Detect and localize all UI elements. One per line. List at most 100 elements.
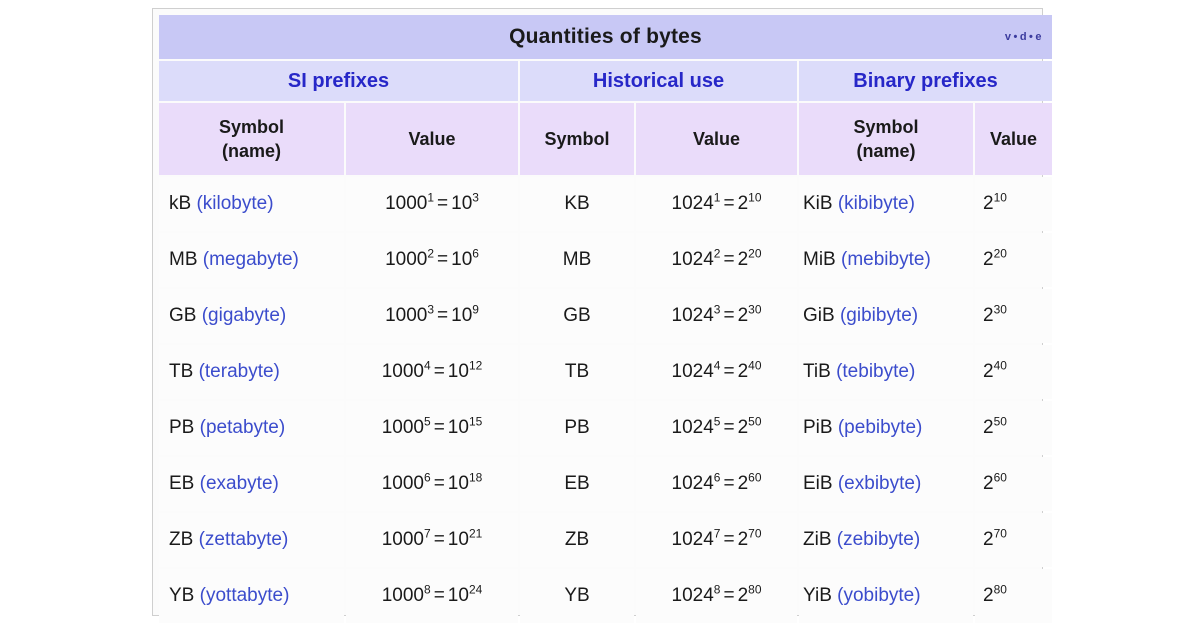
- si-base-power: 10005: [381, 416, 431, 438]
- hist-result-mantissa: 2: [737, 417, 749, 438]
- group-label-si: SI prefixes: [287, 69, 390, 92]
- si-base-exponent: 6: [424, 470, 431, 485]
- bin-symbol-name-link[interactable]: (yobibyte): [837, 585, 920, 606]
- colhead-bin-value: Value: [975, 103, 1053, 175]
- hist-base-mantissa: 1024: [671, 417, 714, 438]
- si-equals-sign: =: [437, 193, 449, 214]
- si-result-power: 1018: [448, 470, 483, 494]
- bin-symbol-name-link[interactable]: (zebibyte): [837, 529, 920, 550]
- cell-si-symbol: YB (yottabyte): [159, 569, 344, 623]
- hist-symbol-abbr: PB: [564, 417, 590, 438]
- nav-separator-1: •: [1013, 31, 1018, 43]
- bin-symbol-abbr: ZiB: [803, 529, 832, 550]
- cell-bin-value: 270: [975, 513, 1053, 567]
- si-symbol-name-link[interactable]: (kilobyte): [196, 193, 273, 214]
- si-symbol-name-link[interactable]: (exabyte): [200, 473, 279, 494]
- cell-hist-value: 10244 = 240: [636, 345, 797, 399]
- si-symbol-name-link[interactable]: (yottabyte): [200, 585, 290, 606]
- hist-base-power: 10244: [672, 360, 721, 382]
- si-result-mantissa: 10: [451, 305, 473, 326]
- hist-base-mantissa: 1024: [671, 305, 714, 326]
- view-link[interactable]: v: [1005, 31, 1012, 43]
- hist-result-power: 220: [738, 248, 762, 270]
- hist-symbol-abbr: TB: [564, 361, 590, 382]
- bin-value-mantissa: 2: [983, 529, 994, 550]
- si-base-power: 10003: [385, 304, 434, 326]
- si-equals-sign: =: [433, 585, 445, 606]
- hist-base-mantissa: 1024: [671, 473, 714, 494]
- table-row: GB (gigabyte) 10003 = 109 GB 10243 = 230 GiB (gi…: [159, 289, 1053, 343]
- cell-si-value: 10006 = 1018: [346, 457, 518, 511]
- si-result-power: 106: [451, 246, 479, 270]
- colhead-hist-symbol-label: Symbol: [544, 128, 610, 149]
- bin-value-exponent: 10: [993, 190, 1007, 205]
- cell-hist-value: 10247 = 270: [636, 513, 797, 567]
- cell-bin-value: 280: [975, 569, 1053, 623]
- bin-value-power: 210: [983, 190, 1007, 214]
- si-result-mantissa: 10: [447, 529, 469, 550]
- hist-symbol-abbr: YB: [564, 585, 590, 606]
- hist-base-mantissa: 1024: [671, 529, 714, 550]
- si-result-mantissa: 10: [447, 361, 469, 382]
- bin-symbol-name-link[interactable]: (kibibyte): [838, 193, 915, 214]
- bin-symbol-abbr: EiB: [803, 473, 833, 494]
- si-result-power: 1021: [447, 528, 482, 550]
- table-row: YB (yottabyte) 10008 = 1024 YB 10248 = 280 YiB (…: [159, 569, 1053, 623]
- cell-si-symbol: MB (megabyte): [159, 233, 344, 287]
- si-symbol-abbr: PB: [169, 417, 195, 438]
- bin-symbol-abbr: PiB: [803, 417, 833, 438]
- cell-si-value: 10005 = 1015: [346, 401, 518, 455]
- si-symbol-name-link[interactable]: (gigabyte): [202, 305, 287, 326]
- hist-symbol-abbr: MB: [562, 249, 592, 270]
- si-symbol-name-link[interactable]: (terabyte): [199, 361, 280, 382]
- hist-result-mantissa: 2: [737, 361, 749, 382]
- si-result-exponent: 18: [468, 470, 483, 485]
- si-base-power: 10007: [382, 528, 431, 550]
- cell-bin-value: 230: [975, 289, 1053, 343]
- si-base-mantissa: 1000: [381, 417, 425, 438]
- si-symbol-abbr: MB: [169, 249, 198, 270]
- table-row: kB (kilobyte) 10001 = 103 KB 10241 = 210 KiB (ki…: [159, 177, 1053, 231]
- cell-bin-value: 220: [975, 233, 1053, 287]
- hist-result-power: 210: [738, 192, 762, 214]
- si-base-mantissa: 1000: [381, 473, 425, 494]
- bin-value-exponent: 20: [993, 246, 1007, 261]
- si-equals-sign: =: [433, 529, 445, 550]
- bin-value-power: 250: [983, 416, 1007, 438]
- bin-value-exponent: 80: [993, 582, 1007, 597]
- si-symbol-abbr: ZB: [169, 529, 194, 550]
- bin-symbol-name-link[interactable]: (tebibyte): [836, 361, 915, 382]
- si-base-exponent: 2: [427, 246, 435, 261]
- colhead-hist-value: Value: [636, 103, 797, 175]
- si-result-exponent: 6: [472, 246, 479, 261]
- hist-result-power: 280: [737, 584, 762, 606]
- bin-value-power: 270: [983, 528, 1007, 550]
- cell-hist-symbol: PB: [520, 401, 634, 455]
- hist-result-power: 250: [737, 416, 762, 438]
- hist-result-exponent: 60: [748, 470, 762, 485]
- hist-result-power: 270: [738, 528, 762, 550]
- si-result-power: 109: [451, 304, 479, 326]
- hist-base-power: 10241: [672, 192, 721, 214]
- si-symbol-name-link[interactable]: (zettabyte): [199, 529, 289, 550]
- si-result-power: 1024: [448, 584, 482, 606]
- bin-value-exponent: 60: [993, 470, 1007, 485]
- si-base-power: 10006: [381, 470, 431, 494]
- table-row: PB (petabyte) 10005 = 1015 PB 10245 = 250 PiB (p…: [159, 401, 1053, 455]
- si-base-exponent: 8: [424, 582, 431, 597]
- bin-value-exponent: 30: [993, 302, 1007, 317]
- navbox-title-cell: Quantities of bytes v • d • e: [159, 15, 1053, 59]
- cell-hist-symbol: ZB: [520, 513, 634, 567]
- bin-value-mantissa: 2: [983, 473, 994, 494]
- bin-symbol-name-link[interactable]: (pebibyte): [838, 417, 923, 438]
- cell-hist-symbol: TB: [520, 345, 634, 399]
- hist-result-mantissa: 2: [737, 585, 749, 606]
- si-symbol-name-link[interactable]: (megabyte): [203, 249, 299, 270]
- si-symbol-name-link[interactable]: (petabyte): [200, 417, 286, 438]
- bin-symbol-name-link[interactable]: (gibibyte): [840, 305, 918, 326]
- edit-link[interactable]: e: [1035, 31, 1042, 43]
- bin-symbol-name-link[interactable]: (exbibyte): [838, 473, 921, 494]
- si-symbol-abbr: TB: [169, 361, 194, 382]
- cell-bin-value: 210: [975, 177, 1053, 231]
- bin-symbol-name-link[interactable]: (mebibyte): [841, 249, 931, 270]
